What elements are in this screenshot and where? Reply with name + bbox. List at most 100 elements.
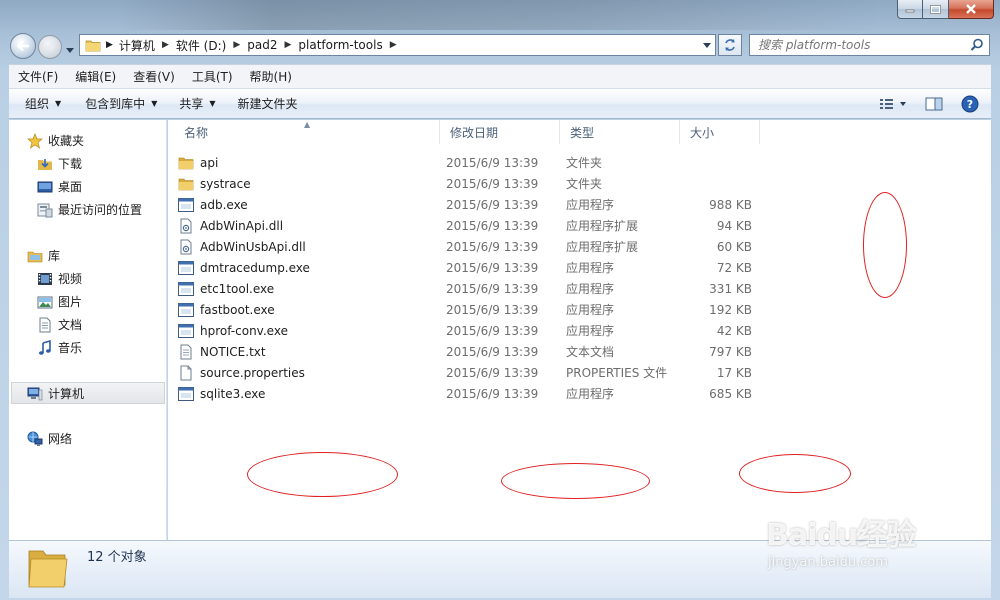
file-name-cell[interactable]: api xyxy=(178,155,218,171)
menu-file[interactable]: 文件(F) xyxy=(9,68,66,85)
file-name-cell[interactable]: NOTICE.txt xyxy=(178,344,266,360)
crumb-separator[interactable]: ▶ xyxy=(162,40,169,50)
folder-large-icon xyxy=(28,550,68,588)
breadcrumb-drive[interactable]: 软件 (D:) xyxy=(176,37,226,54)
minimize-button[interactable] xyxy=(897,0,923,19)
desktop-icon xyxy=(37,179,53,195)
navigation-pane: 收藏夹 下载 桌面 最近访问的位置 库 视频 图片 文档 音乐 计算机 网络 xyxy=(9,120,167,540)
file-row[interactable]: dmtracedump.exe 2015/6/9 13:39 应用程序 72 KB xyxy=(178,257,768,278)
share-button[interactable]: 共享 ▼ xyxy=(171,95,223,112)
file-row[interactable]: etc1tool.exe 2015/6/9 13:39 应用程序 331 KB xyxy=(178,278,768,299)
file-row[interactable]: hprof-conv.exe 2015/6/9 13:39 应用程序 42 KB xyxy=(178,320,768,341)
file-name-cell[interactable]: systrace xyxy=(178,176,251,192)
nav-downloads-label: 下载 xyxy=(58,157,83,171)
file-name: api xyxy=(200,155,219,170)
back-button[interactable] xyxy=(10,33,36,59)
include-library-label: 包含到库中 xyxy=(85,97,146,111)
column-header-size[interactable]: 大小 xyxy=(680,120,760,144)
column-header-type[interactable]: 类型 xyxy=(560,120,680,144)
include-library-button[interactable]: 包含到库中 ▼ xyxy=(77,95,165,112)
file-size: 72 KB xyxy=(716,260,752,275)
nav-network-label: 网络 xyxy=(48,432,73,446)
nav-pictures[interactable]: 图片 xyxy=(37,293,82,310)
file-name: dmtracedump.exe xyxy=(200,260,310,275)
crumb-separator[interactable]: ▶ xyxy=(284,40,291,50)
nav-network[interactable]: 网络 xyxy=(27,430,72,447)
maximize-button[interactable] xyxy=(923,0,949,19)
file-row[interactable]: source.properties 2015/6/9 13:39 PROPERTIE… xyxy=(178,362,768,383)
file-row[interactable]: sqlite3.exe 2015/6/9 13:39 应用程序 685 KB xyxy=(178,383,768,404)
crumb-separator[interactable]: ▶ xyxy=(233,40,240,50)
file-type: 应用程序 xyxy=(566,282,615,296)
file-row[interactable]: NOTICE.txt 2015/6/9 13:39 文本文档 797 KB xyxy=(178,341,768,362)
file-name-cell[interactable]: AdbWinApi.dll xyxy=(178,218,283,234)
application-icon xyxy=(178,260,194,276)
crumb-separator[interactable]: ▶ xyxy=(106,40,113,50)
menu-edit[interactable]: 编辑(E) xyxy=(66,68,124,85)
crumb-separator[interactable]: ▶ xyxy=(390,40,397,50)
refresh-button[interactable] xyxy=(718,34,742,56)
nav-pictures-label: 图片 xyxy=(58,295,83,309)
new-folder-button[interactable]: 新建文件夹 xyxy=(230,95,306,112)
nav-libraries[interactable]: 库 xyxy=(27,247,60,264)
menu-view[interactable]: 查看(V) xyxy=(124,68,183,85)
menu-help[interactable]: 帮助(H) xyxy=(241,68,300,85)
file-row[interactable]: fastboot.exe 2015/6/9 13:39 应用程序 192 KB xyxy=(178,299,768,320)
file-name-cell[interactable]: etc1tool.exe xyxy=(178,281,274,297)
title-bar xyxy=(120,0,880,30)
file-name-cell[interactable]: source.properties xyxy=(178,365,305,381)
nav-downloads[interactable]: 下载 xyxy=(37,155,82,172)
file-type: 应用程序 xyxy=(566,387,615,401)
application-icon xyxy=(178,323,194,339)
file-row[interactable]: AdbWinApi.dll 2015/6/9 13:39 应用程序扩展 94 KB xyxy=(178,215,768,236)
address-bar[interactable]: ▶ 计算机 ▶ 软件 (D:) ▶ pad2 ▶ platform-tools ▶ xyxy=(79,34,716,56)
breadcrumb-pad2[interactable]: pad2 xyxy=(247,38,277,52)
svg-text:?: ? xyxy=(967,98,973,111)
file-name-cell[interactable]: dmtracedump.exe xyxy=(178,260,310,276)
command-bar: 组织 ▼ 包含到库中 ▼ 共享 ▼ 新建文件夹 ? xyxy=(9,88,991,119)
dll-file-icon xyxy=(178,239,194,255)
file-name-cell[interactable]: adb.exe xyxy=(178,197,248,213)
nav-recent-places[interactable]: 最近访问的位置 xyxy=(37,201,142,218)
file-name-cell[interactable]: hprof-conv.exe xyxy=(178,323,288,339)
help-icon[interactable]: ? xyxy=(961,95,979,113)
nav-music[interactable]: 音乐 xyxy=(37,339,82,356)
nav-favorites[interactable]: 收藏夹 xyxy=(27,132,84,149)
watermark: Baidu经验 jingyan.baidu.com xyxy=(766,510,916,570)
organize-button[interactable]: 组织 ▼ xyxy=(17,95,69,112)
file-name-cell[interactable]: fastboot.exe xyxy=(178,302,275,318)
file-name: systrace xyxy=(200,176,251,191)
menu-tools[interactable]: 工具(T) xyxy=(183,68,241,85)
chevron-down-icon[interactable] xyxy=(703,43,711,48)
preview-pane-icon[interactable] xyxy=(925,97,943,111)
file-name: fastboot.exe xyxy=(200,302,275,317)
folder-icon xyxy=(178,155,194,171)
column-header-date[interactable]: 修改日期 xyxy=(440,120,560,144)
nav-videos[interactable]: 视频 xyxy=(37,270,82,287)
recent-pages-dropdown[interactable] xyxy=(66,42,74,56)
nav-documents[interactable]: 文档 xyxy=(37,316,82,333)
file-row[interactable]: AdbWinUsbApi.dll 2015/6/9 13:39 应用程序扩展 60 K… xyxy=(178,236,768,257)
folder-icon xyxy=(85,40,101,52)
file-row[interactable]: adb.exe 2015/6/9 13:39 应用程序 988 KB xyxy=(178,194,768,215)
file-row[interactable]: api 2015/6/9 13:39 文件夹 xyxy=(178,152,768,173)
search-icon[interactable] xyxy=(970,38,984,52)
file-date: 2015/6/9 13:39 xyxy=(446,302,539,317)
view-options-icon[interactable] xyxy=(879,97,907,111)
search-box xyxy=(749,34,990,56)
forward-button[interactable] xyxy=(38,35,62,59)
file-row[interactable]: systrace 2015/6/9 13:39 文件夹 xyxy=(178,173,768,194)
breadcrumb-platform-tools[interactable]: platform-tools xyxy=(298,38,382,52)
breadcrumb-computer[interactable]: 计算机 xyxy=(119,37,155,54)
search-input[interactable] xyxy=(758,38,958,52)
refresh-icon xyxy=(725,39,735,51)
file-name-cell[interactable]: sqlite3.exe xyxy=(178,386,265,402)
nav-desktop[interactable]: 桌面 xyxy=(37,178,82,195)
chevron-down-icon xyxy=(66,48,74,53)
close-button[interactable] xyxy=(949,0,994,19)
file-date: 2015/6/9 13:39 xyxy=(446,218,539,233)
file-name: hprof-conv.exe xyxy=(200,323,288,338)
nav-computer[interactable]: 计算机 xyxy=(27,385,84,402)
file-name-cell[interactable]: AdbWinUsbApi.dll xyxy=(178,239,306,255)
organize-label: 组织 xyxy=(25,97,50,111)
